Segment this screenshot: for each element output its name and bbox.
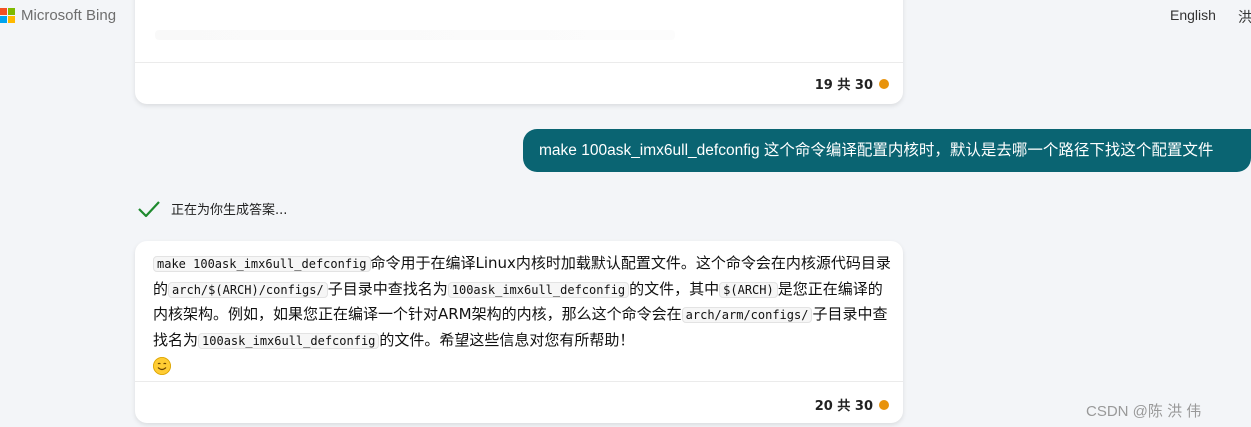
- counter-text: 19 共 30: [814, 78, 873, 93]
- user-message-bubble: make 100ask_imx6ull_defconfig 这个命令编译配置内核…: [523, 129, 1251, 172]
- microsoft-logo-icon: [0, 8, 15, 23]
- generating-status: 正在为你生成答案...: [137, 199, 287, 218]
- status-dot-icon: [879, 78, 889, 89]
- answer-card: make 100ask_imx6ull_defconfig 命令用于在编译Linu…: [135, 241, 903, 423]
- counter-text: 20 共 30: [814, 399, 873, 414]
- language-english[interactable]: English: [1170, 7, 1216, 23]
- bing-logo[interactable]: Microsoft Bing: [0, 7, 116, 24]
- card-divider: [135, 62, 903, 63]
- response-counter: 20 共 30: [815, 395, 889, 414]
- watermark: CSDN @陈 洪 伟: [1086, 403, 1202, 420]
- smile-emoji-icon: [153, 356, 171, 375]
- faded-text-line: [155, 30, 675, 40]
- code-snippet: make 100ask_imx6ull_defconfig: [153, 256, 371, 272]
- language-chinese[interactable]: 洪: [1238, 7, 1251, 27]
- card-divider: [135, 381, 903, 382]
- brand-name: Microsoft Bing: [21, 7, 117, 24]
- code-snippet: $(ARCH): [719, 281, 778, 298]
- response-counter: 19 共 30: [815, 74, 889, 93]
- answer-segment: 子目录中查找名为: [327, 279, 448, 298]
- status-dot-icon: [879, 399, 889, 410]
- code-snippet: arch/arm/configs/: [681, 307, 813, 323]
- answer-segment: 的文件。希望这些信息对您有所帮助！: [379, 330, 635, 349]
- answer-segment: 的文件，其中: [629, 279, 720, 298]
- status-text: 正在为你生成答案...: [171, 203, 288, 218]
- checkmark-icon: [138, 200, 160, 217]
- code-snippet: 100ask_imx6ull_defconfig: [447, 281, 630, 298]
- previous-response-card: 19 共 30: [135, 0, 903, 104]
- code-snippet: 100ask_imx6ull_defconfig: [198, 332, 380, 349]
- code-snippet: arch/$(ARCH)/configs/: [168, 281, 328, 298]
- answer-text: make 100ask_imx6ull_defconfig 命令用于在编译Linu…: [153, 251, 893, 378]
